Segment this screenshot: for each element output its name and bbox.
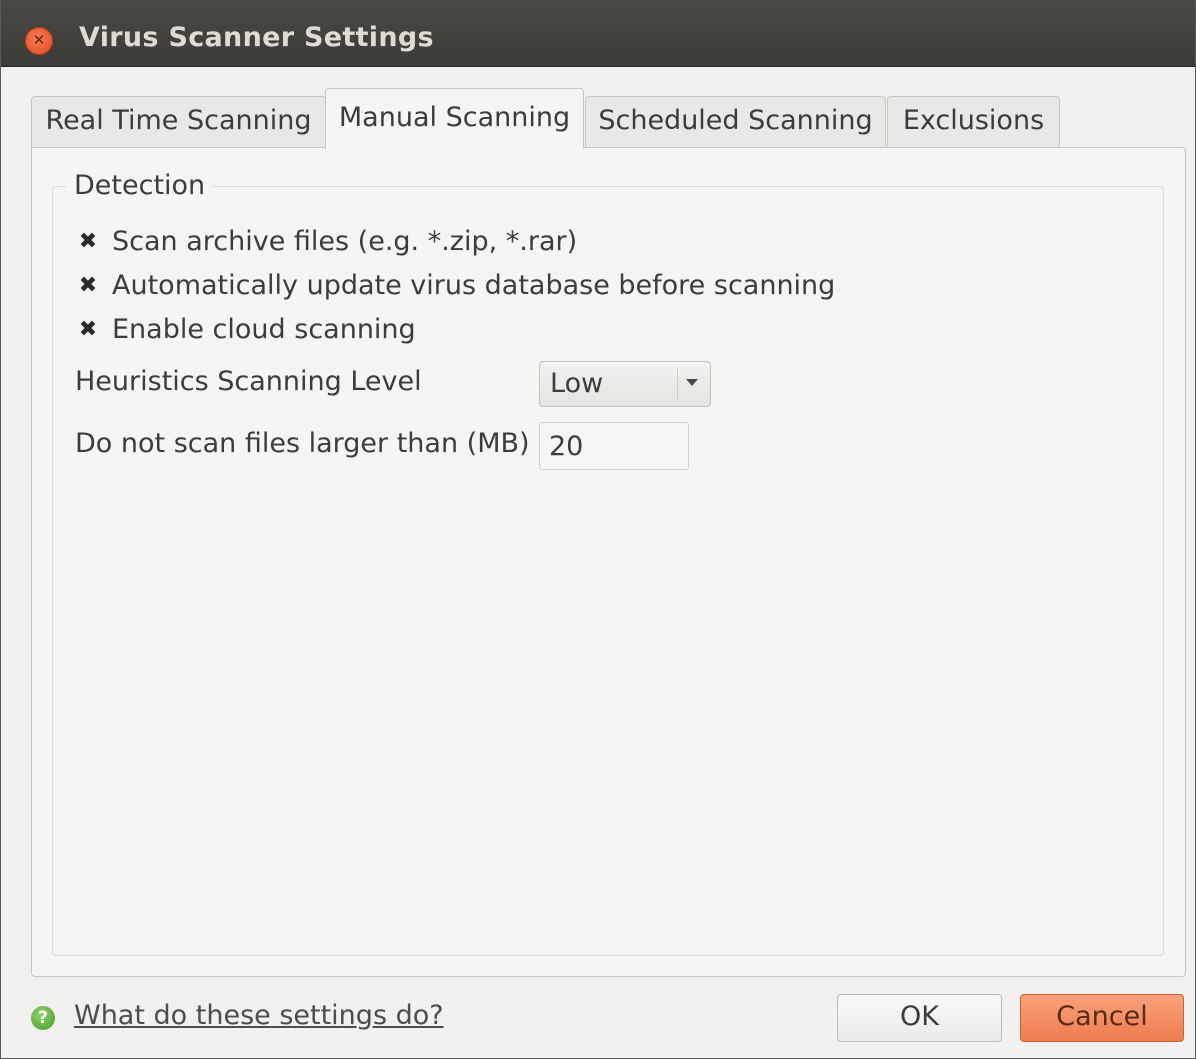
cancel-button[interactable]: Cancel: [1020, 994, 1184, 1042]
max-size-label: Do not scan files larger than (MB): [75, 428, 530, 459]
scan-archive-label: Scan archive files (e.g. *.zip, *.rar): [112, 226, 578, 257]
tab-real-time-scanning[interactable]: Real Time Scanning: [31, 96, 326, 148]
auto-update-label: Automatically update virus database befo…: [112, 270, 836, 301]
heuristics-level-value: Low: [550, 368, 604, 399]
help-icon: ?: [31, 1006, 55, 1030]
max-size-input[interactable]: [539, 422, 689, 470]
tab-scheduled-scanning[interactable]: Scheduled Scanning: [585, 96, 886, 148]
window-title: Virus Scanner Settings: [79, 22, 434, 53]
scan-archive-checkbox[interactable]: ✖: [76, 230, 100, 254]
title-bar: ✕ Virus Scanner Settings: [1, 0, 1195, 67]
cloud-scanning-checkbox[interactable]: ✖: [76, 318, 100, 342]
combo-separator: [677, 368, 678, 400]
tab-manual-scanning[interactable]: Manual Scanning: [325, 88, 584, 149]
detection-group-title: Detection: [66, 170, 214, 201]
heuristics-label: Heuristics Scanning Level: [75, 366, 422, 397]
manual-scanning-panel: Detection ✖ Scan archive files (e.g. *.z…: [31, 147, 1186, 977]
ok-button[interactable]: OK: [837, 994, 1002, 1042]
cloud-scanning-label: Enable cloud scanning: [112, 314, 416, 345]
settings-dialog: ✕ Virus Scanner Settings Real Time Scann…: [0, 0, 1196, 1059]
close-icon[interactable]: ✕: [25, 27, 53, 55]
tab-bar: Real Time Scanning Manual Scanning Sched…: [31, 88, 1171, 149]
heuristics-level-select[interactable]: Low: [539, 361, 711, 407]
chevron-down-icon: [686, 379, 698, 386]
auto-update-checkbox[interactable]: ✖: [76, 274, 100, 298]
help-link[interactable]: What do these settings do?: [74, 1000, 444, 1031]
tab-exclusions[interactable]: Exclusions: [887, 96, 1060, 148]
